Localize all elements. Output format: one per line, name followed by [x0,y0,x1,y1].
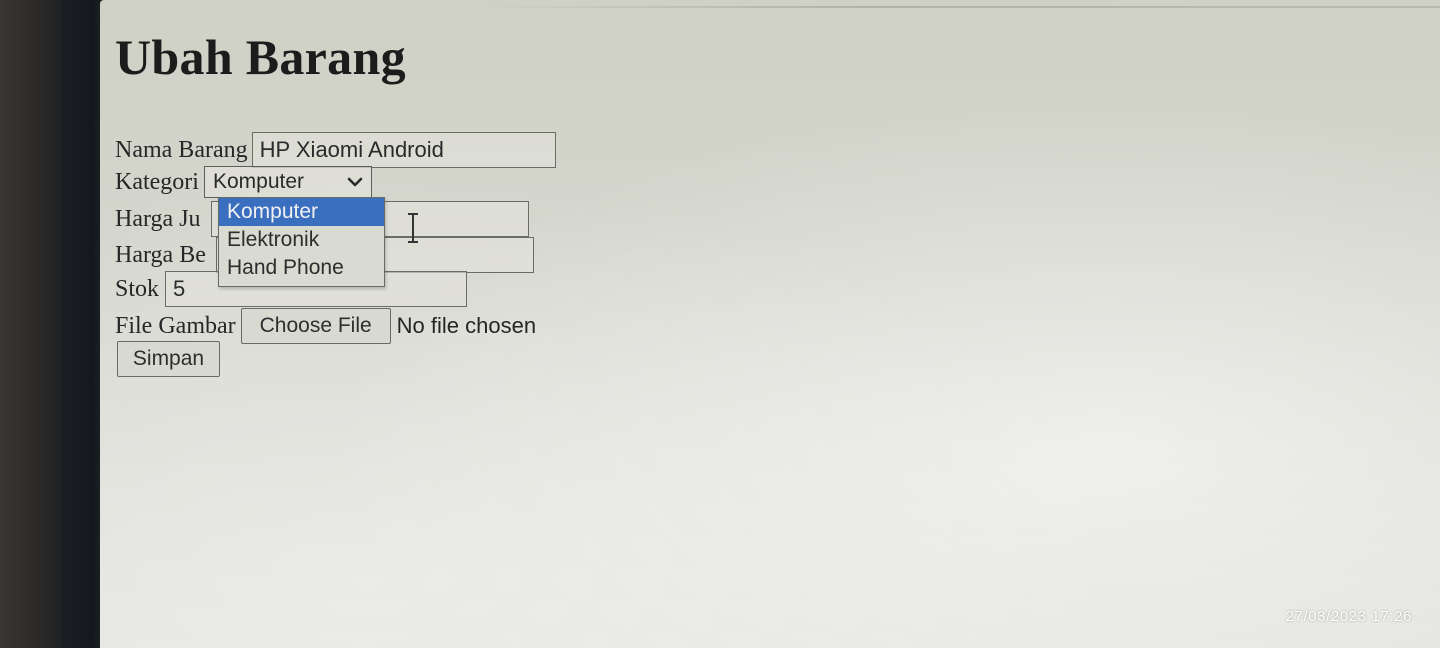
kategori-select[interactable]: Komputer [203,166,372,198]
kategori-option-komputer[interactable]: Komputer [219,198,384,226]
page-title: Ubah Barang [115,29,406,85]
screen-edge [480,6,1440,8]
kategori-dropdown-list: Komputer Elektronik Hand Phone [218,197,385,287]
harga-jual-label: Harga Ju [115,205,201,232]
choose-file-button[interactable]: Choose File [240,308,391,344]
nama-barang-input[interactable]: HP Xiaomi Android [251,132,556,168]
stok-label: Stok [115,275,160,302]
file-gambar-label: File Gambar [115,312,236,339]
row-file-gambar: File Gambar Choose File No file chosen [115,308,536,344]
row-nama-barang: Nama Barang HP Xiaomi Android [115,132,556,168]
text-cursor-icon [408,213,418,243]
photo-timestamp: 27/03/2023 17:26 [1285,608,1412,625]
kategori-option-elektronik[interactable]: Elektronik [219,226,384,254]
nama-barang-label: Nama Barang [115,136,248,163]
kategori-selected-value: Komputer [212,170,305,193]
room-background [0,0,62,648]
kategori-label: Kategori [115,168,199,195]
simpan-button[interactable]: Simpan [117,341,220,377]
harga-beli-label: Harga Be [115,241,206,268]
kategori-option-hand-phone[interactable]: Hand Phone [219,254,384,282]
row-kategori: Kategori Komputer [115,166,372,198]
chevron-down-icon [347,177,363,187]
file-status-text: No file chosen [396,313,537,338]
